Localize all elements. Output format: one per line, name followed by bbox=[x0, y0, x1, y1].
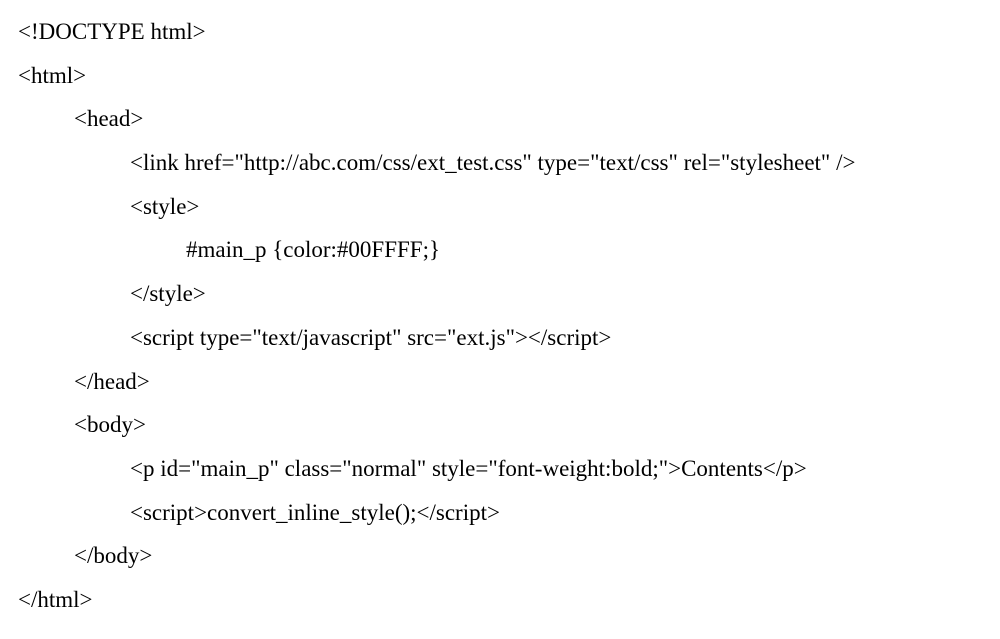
code-line: <!DOCTYPE html> bbox=[18, 10, 982, 54]
code-line: <script type="text/javascript" src="ext.… bbox=[18, 316, 982, 360]
code-line: <script>convert_inline_style();</script> bbox=[18, 491, 982, 535]
code-line: <style> bbox=[18, 185, 982, 229]
code-line: <head> bbox=[18, 97, 982, 141]
code-line: <body> bbox=[18, 403, 982, 447]
code-line: </style> bbox=[18, 272, 982, 316]
code-line: </html> bbox=[18, 578, 982, 622]
code-line: <p id="main_p" class="normal" style="fon… bbox=[18, 447, 982, 491]
code-line: <link href="http://abc.com/css/ext_test.… bbox=[18, 141, 982, 185]
code-line: </head> bbox=[18, 360, 982, 404]
code-line: #main_p {color:#00FFFF;} bbox=[18, 228, 982, 272]
code-block: <!DOCTYPE html> <html> <head> <link href… bbox=[18, 10, 982, 622]
code-line: </body> bbox=[18, 534, 982, 578]
code-line: <html> bbox=[18, 54, 982, 98]
